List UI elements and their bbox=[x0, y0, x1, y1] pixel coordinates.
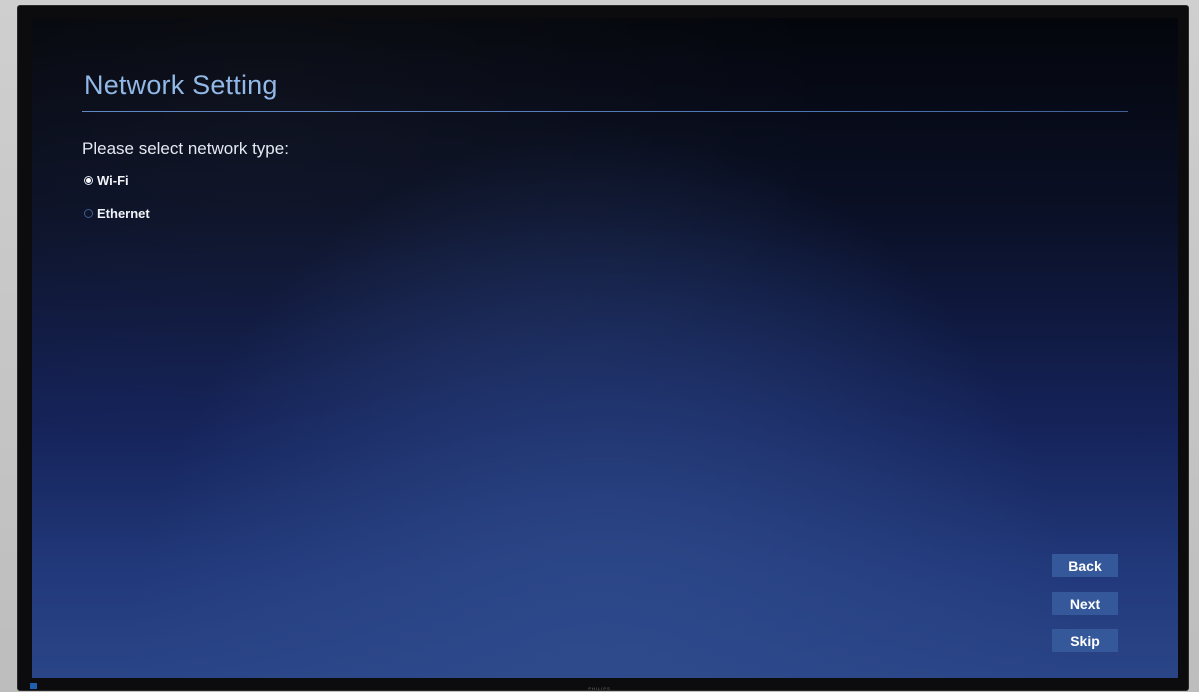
back-button[interactable]: Back bbox=[1052, 554, 1118, 577]
skip-button[interactable]: Skip bbox=[1052, 629, 1118, 652]
page-title: Network Setting bbox=[84, 70, 278, 100]
option-wifi[interactable]: Wi-Fi bbox=[84, 173, 129, 188]
title-divider bbox=[82, 111, 1128, 112]
next-button[interactable]: Next bbox=[1052, 592, 1118, 615]
monitor-brand-logo: PHILIPS bbox=[588, 686, 611, 691]
option-ethernet[interactable]: Ethernet bbox=[84, 206, 150, 221]
tv-screen: Network Setting Please select network ty… bbox=[32, 18, 1178, 678]
network-type-prompt: Please select network type: bbox=[82, 139, 289, 158]
radio-unchecked-icon[interactable] bbox=[84, 209, 93, 218]
option-wifi-label: Wi-Fi bbox=[97, 173, 129, 188]
radio-checked-icon[interactable] bbox=[84, 176, 93, 185]
option-ethernet-label: Ethernet bbox=[97, 206, 150, 221]
